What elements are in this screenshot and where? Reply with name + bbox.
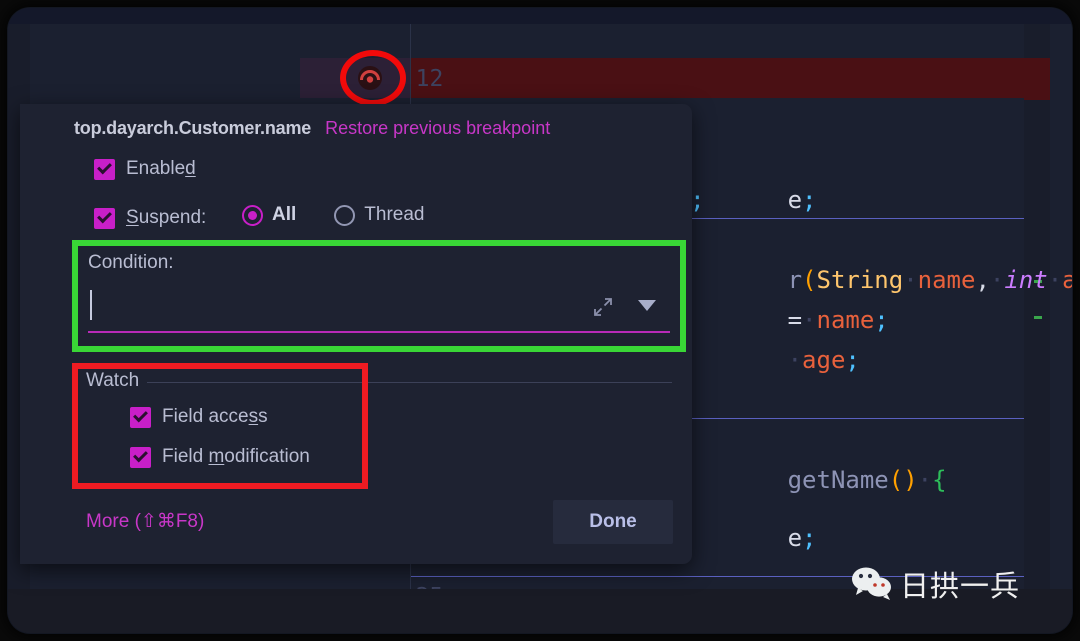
restore-previous-breakpoint-link[interactable]: Restore previous breakpoint <box>325 118 550 139</box>
radio-thread-label: Thread <box>364 204 425 225</box>
radio-all-label: All <box>272 204 297 225</box>
radio-all[interactable] <box>242 204 263 226</box>
done-button[interactable]: Done <box>553 500 673 544</box>
code-line: r(String·name,·int·age){ <box>787 266 1072 294</box>
code-line: getName()·{ <box>787 466 947 494</box>
screen: 12 13 ❯ private·String·name; e; r(String… <box>0 0 1080 641</box>
popup-header: top.dayarch.Customer.name Restore previo… <box>74 118 550 139</box>
code-line: e; <box>787 186 817 214</box>
suspend-checkbox-row[interactable]: Suspend: <box>94 207 206 229</box>
enabled-label: Enabled <box>126 158 196 179</box>
radio-thread[interactable] <box>334 204 356 226</box>
suspend-checkbox[interactable] <box>94 207 115 229</box>
code-line: =·name; <box>787 306 889 334</box>
suspend-label: Suspend: <box>126 207 207 228</box>
code-line: ·age; <box>787 346 860 374</box>
annotation-circle-breakpoint <box>340 50 406 106</box>
more-link[interactable]: More (⇧⌘F8) <box>86 510 204 533</box>
enabled-checkbox-row[interactable]: Enabled <box>94 158 196 180</box>
breakpoint-fqn-label: top.dayarch.Customer.name <box>74 118 312 138</box>
enabled-checkbox[interactable] <box>94 158 115 180</box>
annotation-box-condition <box>72 240 686 352</box>
code-line: e; <box>787 524 817 552</box>
editor-top-strip <box>8 8 1072 24</box>
error-stripe-breakpoint-marker[interactable] <box>1024 58 1050 100</box>
vcs-change-marker <box>1034 316 1042 319</box>
suspend-option-all[interactable]: All <box>242 204 296 226</box>
editor-bottom-strip <box>8 589 1072 633</box>
error-stripe-marker-bar[interactable] <box>1024 24 1050 589</box>
breakpoint-settings-popup: top.dayarch.Customer.name Restore previo… <box>20 104 692 564</box>
ide-window: 12 13 ❯ private·String·name; e; r(String… <box>8 8 1072 633</box>
suspend-policy-radio-group[interactable]: All Thread <box>242 204 424 226</box>
watch-group-title: Watch <box>86 370 148 392</box>
suspend-option-thread[interactable]: Thread <box>334 204 424 226</box>
